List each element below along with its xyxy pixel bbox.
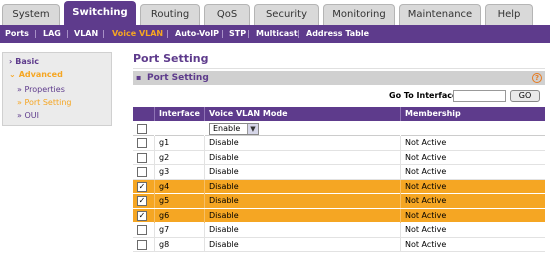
- subnav-separator: |: [166, 29, 169, 38]
- sidebar: › Basic ⌄ Advanced » Properties » Port Set…: [2, 52, 112, 126]
- select-all-checkbox[interactable]: [137, 123, 147, 134]
- table-edit-row: Enable ▼: [133, 121, 545, 136]
- row-checkbox-checked[interactable]: ✓: [137, 181, 147, 192]
- interface-cell: g1: [155, 136, 205, 150]
- table-row[interactable]: g2 Disable Not Active: [133, 150, 545, 165]
- interface-cell: g8: [155, 237, 205, 252]
- subnav-separator: |: [221, 29, 224, 38]
- row-checkbox-checked[interactable]: ✓: [137, 210, 147, 221]
- row-checkbox[interactable]: [137, 152, 147, 163]
- voice-vlan-mode-select[interactable]: Enable ▼: [209, 122, 259, 135]
- table-header-voice-vlan-mode: Voice VLAN Mode: [205, 107, 401, 121]
- membership-cell: Not Active: [405, 239, 447, 249]
- panel-header: ▪ Port Setting ?: [133, 71, 545, 85]
- table-row[interactable]: g7 Disable Not Active: [133, 223, 545, 238]
- help-icon[interactable]: ?: [532, 73, 542, 83]
- subnav-ports[interactable]: Ports: [5, 25, 29, 43]
- row-checkbox[interactable]: [137, 138, 147, 148]
- tab-qos[interactable]: QoS: [204, 4, 250, 25]
- row-checkbox-checked[interactable]: ✓: [137, 196, 147, 206]
- interface-cell: g5: [155, 194, 205, 208]
- page-title: Port Setting: [133, 52, 209, 65]
- sidebar-item-label: Advanced: [18, 70, 63, 79]
- mode-cell: Disable: [205, 237, 401, 252]
- tab-monitoring[interactable]: Monitoring: [323, 4, 395, 25]
- port-setting-table: Interface Voice VLAN Mode Membership Ena…: [133, 107, 545, 252]
- membership-cell: Not Active: [405, 225, 447, 234]
- sidebar-item-label: Properties: [24, 85, 65, 94]
- sidebar-item-basic[interactable]: › Basic: [9, 57, 39, 66]
- table-header-membership: Membership: [405, 109, 461, 118]
- subnav-lag[interactable]: LAG: [43, 25, 61, 43]
- mode-cell: Disable: [205, 179, 401, 194]
- panel-bullet-icon: ▪: [136, 73, 142, 82]
- tab-system[interactable]: System: [2, 4, 60, 25]
- mode-cell: Disable: [205, 208, 401, 223]
- interface-cell: g2: [155, 150, 205, 165]
- sidebar-item-label: Basic: [15, 57, 40, 66]
- sidebar-item-properties[interactable]: » Properties: [17, 85, 65, 94]
- interface-cell: g3: [155, 165, 205, 179]
- interface-cell: g6: [155, 208, 205, 223]
- membership-cell: Not Active: [405, 152, 447, 162]
- sidebar-item-label: OUI: [24, 111, 39, 120]
- sidebar-item-oui[interactable]: » OUI: [17, 111, 39, 120]
- top-tab-bar: System Switching Routing QoS Security Mo…: [0, 0, 550, 25]
- membership-cell: Not Active: [405, 138, 447, 147]
- membership-cell: Not Active: [405, 181, 447, 191]
- interface-cell: g7: [155, 223, 205, 237]
- goto-interface-input[interactable]: [453, 90, 506, 102]
- subnav-separator: |: [102, 29, 105, 38]
- chevron-right-icon: ›: [9, 57, 13, 66]
- membership-cell: Not Active: [405, 167, 447, 176]
- table-row-selected[interactable]: ✓ g5 Disable Not Active: [133, 194, 545, 209]
- subnav-auto-voip[interactable]: Auto-VoIP: [175, 25, 219, 43]
- sidebar-item-port-setting[interactable]: » Port Setting: [17, 98, 71, 107]
- table-row[interactable]: g3 Disable Not Active: [133, 165, 545, 180]
- mode-cell: Disable: [205, 223, 401, 237]
- sidebar-item-label: Port Setting: [24, 98, 72, 107]
- chevron-down-icon: ▼: [247, 123, 258, 134]
- row-checkbox[interactable]: [137, 239, 147, 250]
- mode-cell: Disable: [205, 165, 401, 179]
- tab-security[interactable]: Security: [254, 4, 319, 25]
- subnav-separator: |: [34, 29, 37, 38]
- subnav-separator: |: [66, 29, 69, 38]
- divider: [133, 68, 545, 69]
- table-header-select: [133, 107, 155, 121]
- mode-cell: Disable: [205, 194, 401, 208]
- subnav-separator: |: [297, 29, 300, 38]
- table-row-selected[interactable]: ✓ g6 Disable Not Active: [133, 208, 545, 223]
- membership-cell: Not Active: [405, 196, 447, 205]
- chevron-down-icon: ⌄: [9, 70, 16, 79]
- go-button[interactable]: GO: [510, 90, 540, 102]
- sidebar-item-advanced[interactable]: ⌄ Advanced: [9, 70, 63, 79]
- tab-maintenance[interactable]: Maintenance: [399, 4, 481, 25]
- subnav-stp[interactable]: STP: [229, 25, 246, 43]
- row-checkbox[interactable]: [137, 167, 147, 177]
- row-checkbox[interactable]: [137, 225, 147, 235]
- table-header-row: Interface Voice VLAN Mode Membership: [133, 107, 545, 122]
- tab-switching[interactable]: Switching: [64, 1, 136, 25]
- panel-title: Port Setting: [147, 73, 209, 83]
- subnav-voice-vlan[interactable]: Voice VLAN: [112, 25, 163, 43]
- goto-interface-bar: Go To Interface GO: [133, 87, 545, 105]
- table-row[interactable]: g1 Disable Not Active: [133, 136, 545, 151]
- table-row-selected[interactable]: ✓ g4 Disable Not Active: [133, 179, 545, 194]
- goto-interface-label: Go To Interface: [389, 91, 458, 100]
- subnav-multicast[interactable]: Multicast: [256, 25, 298, 43]
- tab-help[interactable]: Help: [485, 4, 533, 25]
- subnav-separator: |: [247, 29, 250, 38]
- tab-routing[interactable]: Routing: [140, 4, 200, 25]
- table-row[interactable]: g8 Disable Not Active: [133, 237, 545, 252]
- membership-cell: Not Active: [405, 210, 447, 220]
- mode-cell: Disable: [205, 136, 401, 150]
- interface-cell: g4: [155, 179, 205, 194]
- table-header-interface: Interface: [155, 107, 205, 121]
- subnav-address-table[interactable]: Address Table: [306, 25, 369, 43]
- select-value: Enable: [213, 123, 241, 133]
- subnav-vlan[interactable]: VLAN: [74, 25, 98, 43]
- mode-cell: Disable: [205, 150, 401, 165]
- sub-nav: Ports | LAG | VLAN | Voice VLAN | Auto-V…: [0, 25, 550, 43]
